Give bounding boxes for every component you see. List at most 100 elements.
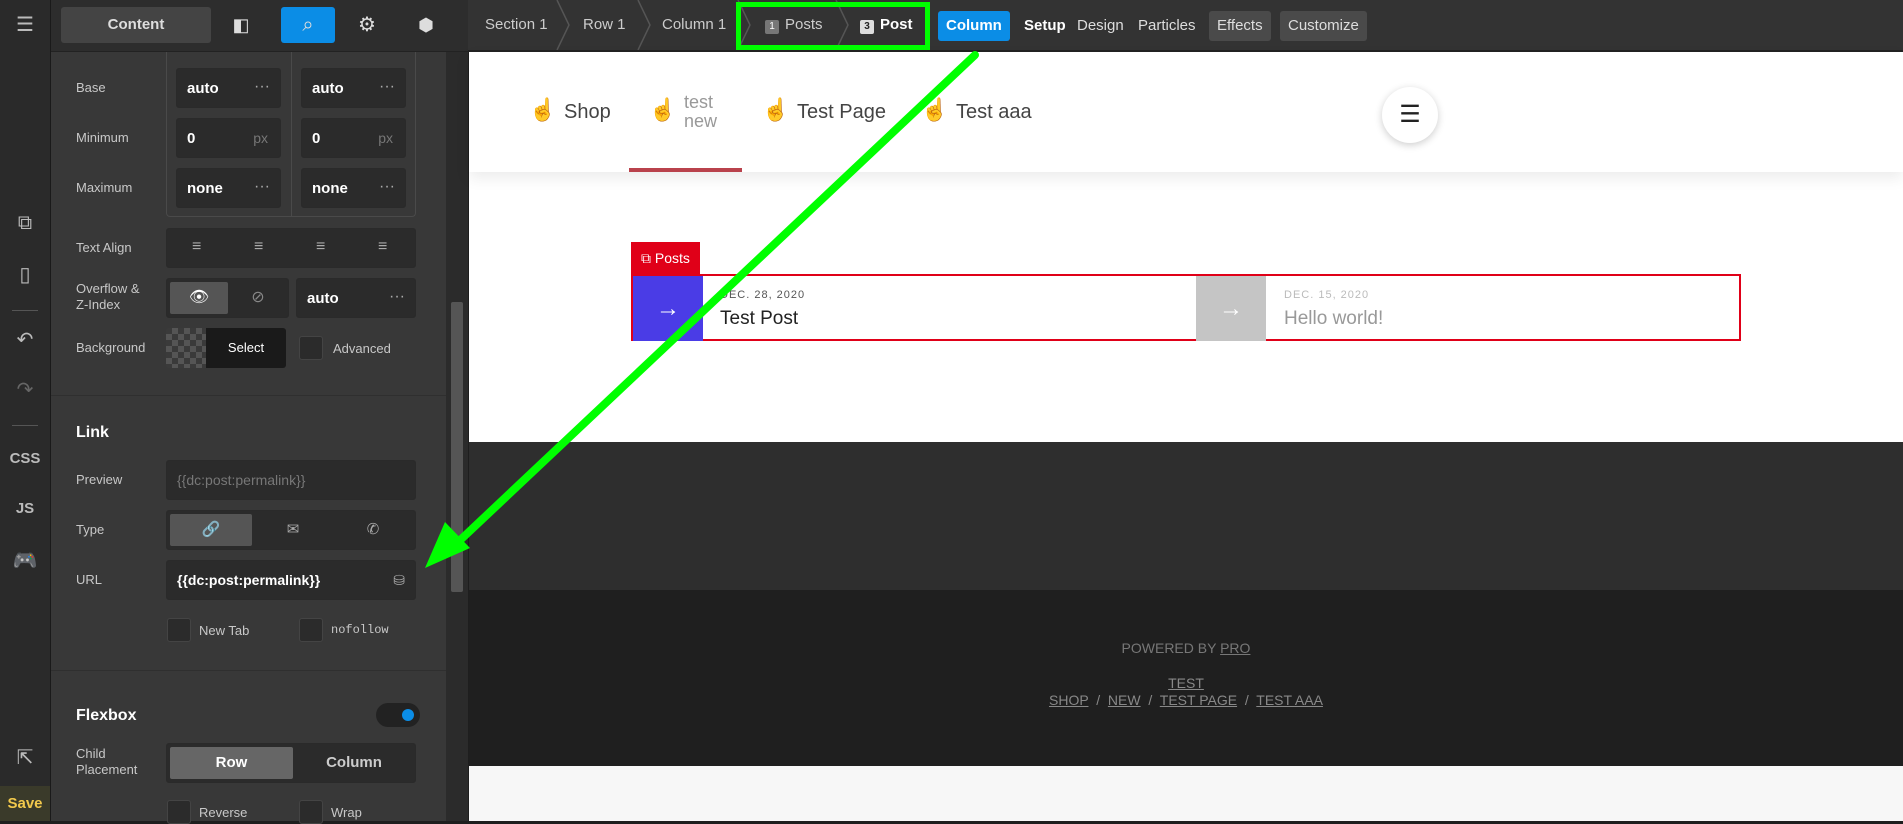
divider <box>51 395 446 396</box>
z-index-input[interactable]: auto ··· <box>296 278 416 318</box>
more-icon[interactable]: ··· <box>389 288 405 306</box>
background-swatch[interactable] <box>166 328 206 368</box>
js-button[interactable]: JS <box>0 500 50 517</box>
align-right-icon[interactable]: ≡ <box>316 238 325 256</box>
save-button[interactable]: Save <box>0 786 50 821</box>
nofollow-label: nofollow <box>331 623 389 637</box>
child-placement-label: Child Placement <box>76 746 138 777</box>
background-select-button[interactable]: Select <box>206 328 286 368</box>
breadcrumb-section[interactable]: Section 1 <box>485 0 548 50</box>
eye-off-icon[interactable]: ⊘ <box>230 282 286 314</box>
toggle-knob <box>402 709 414 721</box>
content-button[interactable]: Content <box>61 7 211 43</box>
nav-item-shop[interactable]: Shop <box>564 101 611 124</box>
tab-effects[interactable]: Effects <box>1209 11 1271 41</box>
footer-link-test-aaa[interactable]: TEST AAA <box>1256 692 1323 708</box>
tab-design[interactable]: Design <box>1069 11 1132 41</box>
tab-setup[interactable]: Setup <box>1016 11 1074 41</box>
posts-list: → DEC. 28, 2020 Test Post → DEC. 15, 202… <box>631 274 1741 341</box>
cube-icon[interactable]: ⬢ <box>406 7 446 43</box>
new-tab-checkbox[interactable] <box>167 618 191 642</box>
footer-link-shop[interactable]: SHOP <box>1049 692 1088 708</box>
tab-customize[interactable]: Customize <box>1280 11 1367 41</box>
pointer-icon: ☝ <box>649 97 677 122</box>
base-right-input[interactable]: auto ··· <box>301 68 406 108</box>
wrap-checkbox[interactable] <box>299 800 323 824</box>
breadcrumb-column[interactable]: Column 1 <box>662 0 726 50</box>
tab-column[interactable]: Column <box>938 11 1010 41</box>
hamburger-menu-button[interactable]: ☰ <box>1382 87 1438 143</box>
menu-icon[interactable]: ☰ <box>0 12 50 37</box>
gamepad-icon[interactable]: 🎮 <box>0 548 50 573</box>
maximum-label: Maximum <box>76 180 133 195</box>
minimum-left-input[interactable]: 0 px <box>176 118 281 158</box>
post-title[interactable]: Hello world! <box>1284 308 1383 330</box>
advanced-checkbox[interactable] <box>299 336 323 360</box>
inspector-panel: Content ◧ ⌕ ⚙ ⬢ Base auto ··· auto ··· Min… <box>51 0 468 824</box>
divider <box>291 52 292 217</box>
column-button[interactable]: Column <box>295 747 413 779</box>
preview-value: {{dc:post:permalink}} <box>177 472 306 488</box>
align-justify-icon[interactable]: ≡ <box>378 238 387 256</box>
gear-icon[interactable]: ⚙ <box>347 7 387 43</box>
envelope-icon[interactable]: ✉ <box>254 514 332 546</box>
background-label: Background <box>76 340 146 355</box>
footer-link-test-page[interactable]: TEST PAGE <box>1160 692 1237 708</box>
row-button[interactable]: Row <box>170 747 293 779</box>
phone-icon[interactable]: ✆ <box>334 514 412 546</box>
advanced-label: Advanced <box>333 341 391 356</box>
more-icon[interactable]: ··· <box>379 78 395 96</box>
preview-field: {{dc:post:permalink}} <box>166 460 416 500</box>
align-center-icon[interactable]: ≡ <box>254 238 263 256</box>
footer-link-test[interactable]: TEST <box>1168 675 1204 691</box>
maximum-right-input[interactable]: none ··· <box>301 168 406 208</box>
scrollbar-thumb[interactable] <box>451 302 463 592</box>
footer-test: TEST <box>469 675 1903 691</box>
post-title[interactable]: Test Post <box>720 308 798 330</box>
nofollow-checkbox[interactable] <box>299 618 323 642</box>
nav-item-test-page[interactable]: Test Page <box>797 101 886 124</box>
type-label: Type <box>76 522 105 537</box>
site-bottom <box>469 766 1903 821</box>
posts-element-tag[interactable]: ⧉ Posts <box>631 242 700 274</box>
footer-link-new[interactable]: NEW <box>1108 692 1141 708</box>
url-input[interactable]: {{dc:post:permalink}} ⛁ <box>166 560 416 600</box>
url-value: {{dc:post:permalink}} <box>177 572 321 588</box>
pro-link[interactable]: PRO <box>1220 640 1250 656</box>
add-element-icon[interactable]: ⧉ <box>0 212 50 235</box>
css-button[interactable]: CSS <box>0 450 50 467</box>
preview-label: Preview <box>76 472 123 487</box>
undo-icon[interactable]: ↶ <box>0 327 50 352</box>
arrow-right-icon[interactable]: → <box>1196 276 1266 341</box>
maximum-right-value: none <box>312 180 348 197</box>
base-left-input[interactable]: auto ··· <box>176 68 281 108</box>
more-icon[interactable]: ··· <box>379 178 395 196</box>
breadcrumb-row[interactable]: Row 1 <box>583 0 626 50</box>
text-align-label: Text Align <box>76 240 132 255</box>
eye-icon[interactable]: 👁 <box>170 282 228 314</box>
redo-icon[interactable]: ↷ <box>0 377 50 402</box>
nav-item-test-aaa[interactable]: Test aaa <box>956 101 1032 124</box>
child-placement-group: Row Column <box>166 743 416 783</box>
responsive-icon[interactable]: ▯ <box>0 262 50 287</box>
more-icon[interactable]: ··· <box>254 178 270 196</box>
align-left-icon[interactable]: ≡ <box>192 238 201 256</box>
more-icon[interactable]: ··· <box>254 78 270 96</box>
database-icon[interactable]: ⛁ <box>393 572 405 589</box>
divider <box>12 425 38 426</box>
arrow-right-icon[interactable]: → <box>633 276 703 341</box>
reverse-checkbox[interactable] <box>167 800 191 824</box>
minimum-right-input[interactable]: 0 px <box>301 118 406 158</box>
nav-item-test-new[interactable]: test new <box>684 93 717 131</box>
top-bar: Section 1 Row 1 Column 1 1 Posts 3 Post Co… <box>468 0 1903 52</box>
left-rail: ☰ ⧉ ▯ ↶ ↷ CSS JS 🎮 ⇱ Save <box>0 0 51 821</box>
tab-particles[interactable]: Particles <box>1130 11 1204 41</box>
layout-icon[interactable]: ◧ <box>221 7 261 43</box>
search-icon[interactable]: ⌕ <box>281 7 335 43</box>
maximum-left-input[interactable]: none ··· <box>176 168 281 208</box>
panel-scrollbar[interactable] <box>446 52 468 821</box>
flexbox-toggle[interactable] <box>376 703 420 727</box>
link-icon[interactable]: 🔗 <box>170 514 252 546</box>
external-link-icon[interactable]: ⇱ <box>0 745 50 770</box>
unit-label: px <box>253 130 268 146</box>
